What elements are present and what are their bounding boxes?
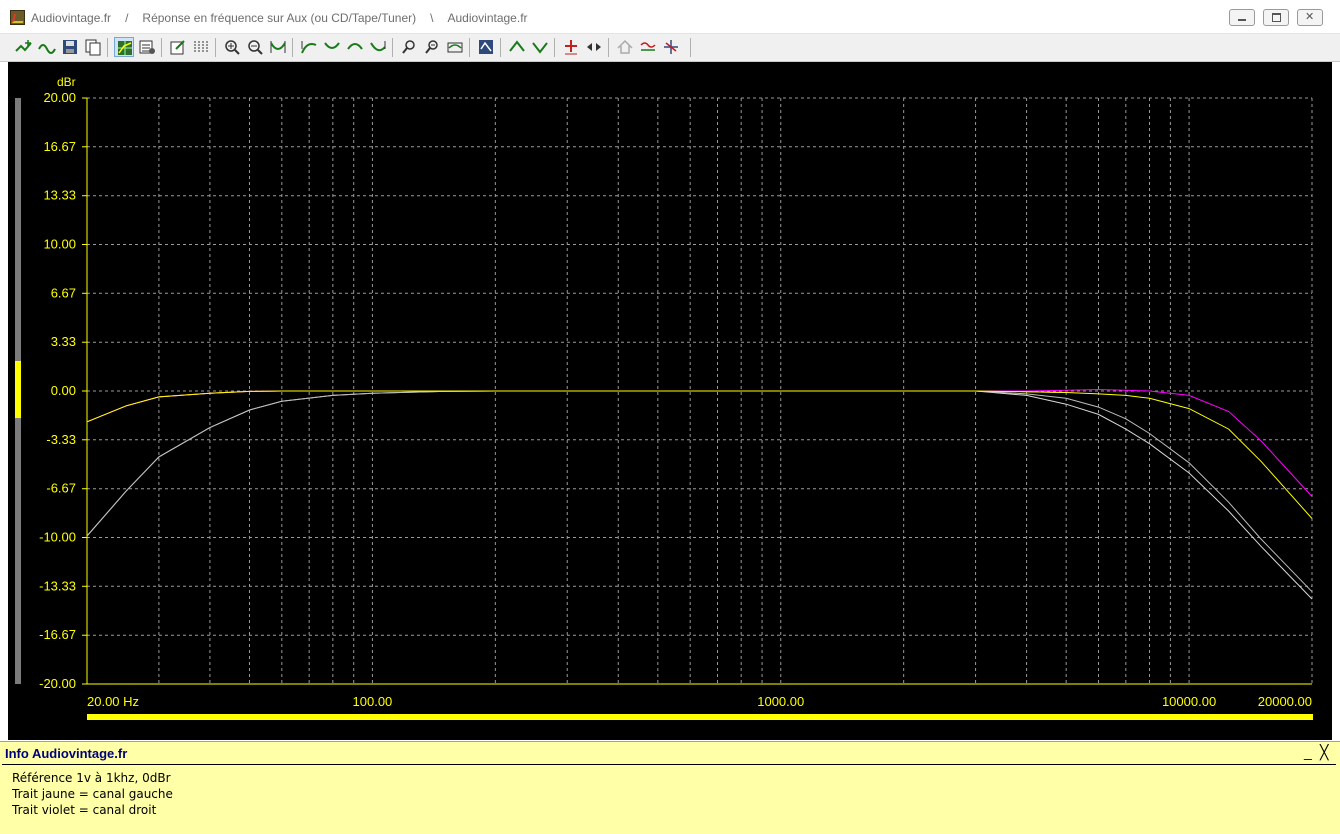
x-tick-label: 20.00 Hz [87, 694, 139, 709]
info-title: Info Audiovintage.fr [5, 746, 128, 761]
info-panel: Info Audiovintage.fr _ ╳ Référence 1v à … [0, 741, 1340, 834]
info-line-left-channel: Trait jaune = canal gauche [12, 787, 173, 801]
info-body: Référence 1v à 1khz, 0dBr Trait jaune = … [12, 770, 173, 818]
y-tick-label: -13.33 [39, 578, 76, 593]
info-line-reference: Référence 1v à 1khz, 0dBr [12, 771, 171, 785]
y-tick-label: 3.33 [51, 334, 76, 349]
info-line-right-channel: Trait violet = canal droit [12, 803, 157, 817]
info-divider [2, 764, 1336, 765]
y-tick-label: 6.67 [51, 285, 76, 300]
y-tick-label: 0.00 [51, 383, 76, 398]
series-line-1 [86, 388, 1313, 497]
y-tick-label: -10.00 [39, 530, 76, 545]
y-tick-label: -20.00 [39, 676, 76, 691]
y-tick-label: -16.67 [39, 627, 76, 642]
series-line-0 [86, 390, 1313, 519]
y-tick-label: 10.00 [43, 237, 76, 252]
x-tick-label: 1000.00 [757, 694, 804, 709]
x-tick-label: 20000.00 [1258, 694, 1312, 709]
y-tick-label: -6.67 [46, 481, 76, 496]
horizontal-scrollbar[interactable] [87, 714, 1313, 720]
info-close-button[interactable]: ╳ [1320, 744, 1328, 761]
y-tick-label: -3.33 [46, 432, 76, 447]
info-minimize-button[interactable]: _ [1304, 744, 1312, 760]
y-tick-label: 20.00 [43, 90, 76, 105]
y-tick-label: 13.33 [43, 188, 76, 203]
x-tick-label: 10000.00 [1162, 694, 1216, 709]
frequency-response-chart: dBr20.00 16.67 13.33 10.00 6.67 3.33 0.00 -3.33… [39, 75, 1313, 709]
y-tick-label: 16.67 [43, 139, 76, 154]
series-line-3 [86, 390, 1313, 593]
series-line-2 [86, 390, 1313, 600]
x-tick-label: 100.00 [353, 694, 393, 709]
y-axis-unit-label: dBr [57, 75, 76, 89]
